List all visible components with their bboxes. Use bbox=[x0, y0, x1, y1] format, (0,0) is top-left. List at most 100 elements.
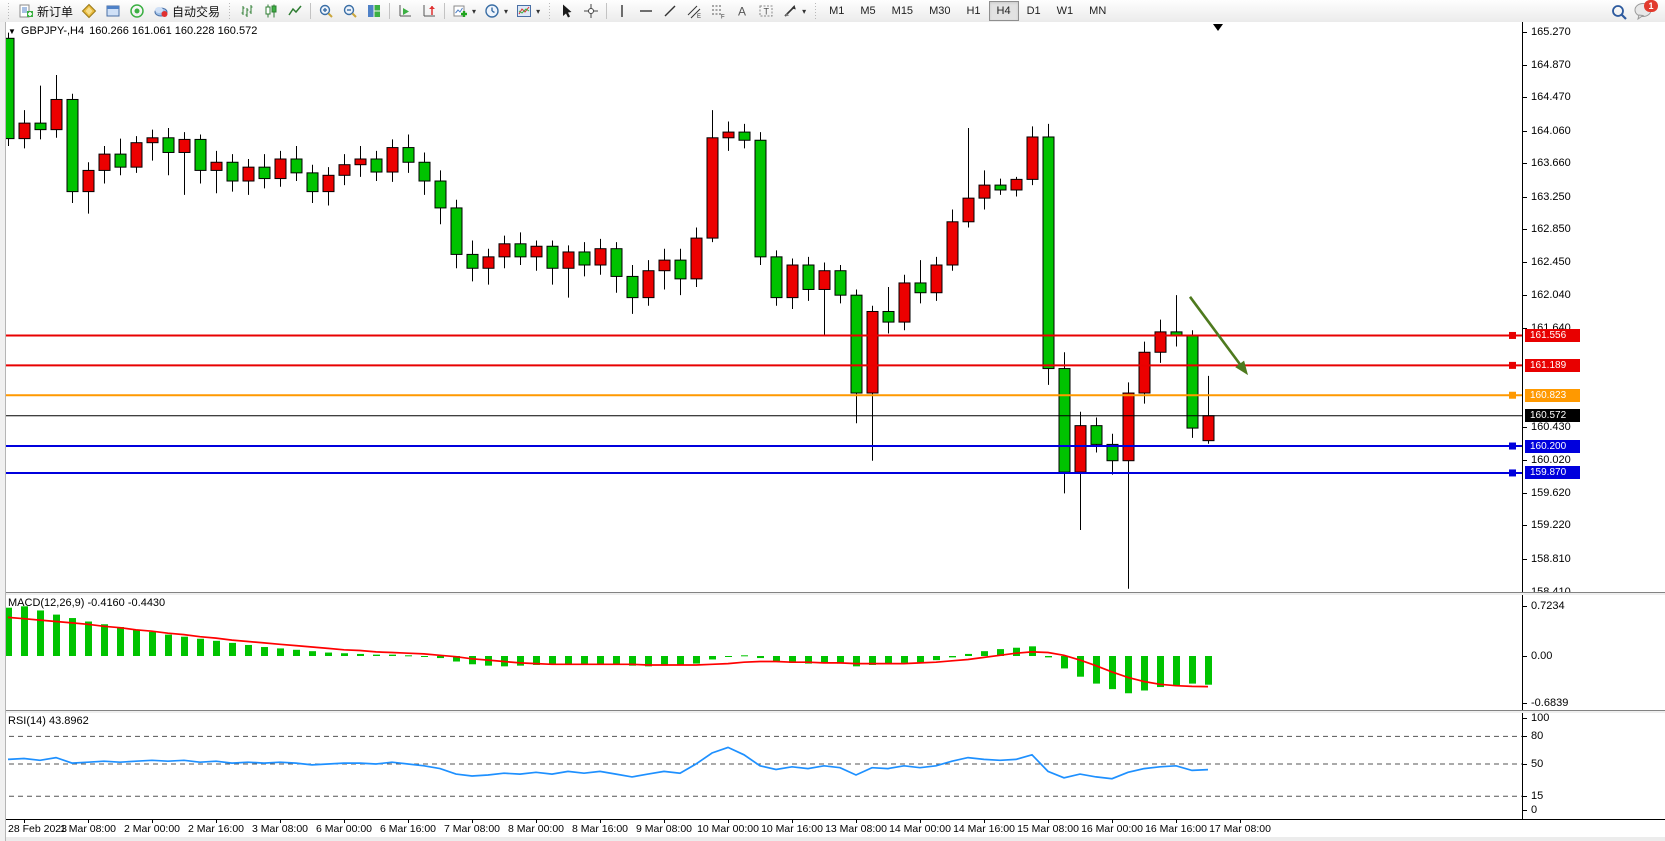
time-axis-label: 6 Mar 00:00 bbox=[316, 823, 372, 835]
search-icon[interactable] bbox=[1610, 3, 1626, 19]
level-line-handle[interactable] bbox=[1509, 469, 1516, 476]
main-chart-canvas[interactable] bbox=[0, 22, 1522, 592]
level-price-badge: 159.870 bbox=[1525, 466, 1580, 479]
level-line-handle[interactable] bbox=[1509, 443, 1516, 450]
periods-dropdown-button[interactable]: ▾ bbox=[480, 1, 512, 21]
line-chart-button[interactable] bbox=[283, 1, 307, 21]
data-window-button[interactable] bbox=[101, 1, 125, 21]
macd-histogram-bar bbox=[981, 651, 988, 656]
candlestick bbox=[355, 146, 366, 177]
candlestick bbox=[883, 287, 894, 333]
candlestick-chart-button[interactable] bbox=[259, 1, 283, 21]
toolbar-grip[interactable] bbox=[547, 3, 552, 19]
macd-axis[interactable]: 0.72340.00-0.6839 bbox=[1522, 595, 1665, 710]
zoom-in-button[interactable] bbox=[314, 1, 338, 21]
toolbar-grip[interactable] bbox=[813, 3, 818, 19]
macd-histogram-bar bbox=[565, 656, 572, 664]
level-line-handle[interactable] bbox=[1509, 392, 1516, 399]
text-label-button[interactable]: T bbox=[754, 1, 778, 21]
new-order-button[interactable]: 新订单 bbox=[14, 1, 77, 21]
candlestick bbox=[787, 258, 798, 309]
down-arrow-head[interactable] bbox=[1235, 361, 1248, 376]
level-line-handle[interactable] bbox=[1509, 332, 1516, 339]
macd-axis-tick bbox=[1523, 606, 1527, 607]
bar-chart-button[interactable] bbox=[235, 1, 259, 21]
auto-scroll-button[interactable] bbox=[393, 1, 417, 21]
rsi-axis-tick-label: 0 bbox=[1531, 804, 1537, 817]
time-axis-label: 8 Mar 16:00 bbox=[572, 823, 628, 835]
candlestick bbox=[1011, 177, 1022, 197]
macd-signal-value: -0.4430 bbox=[128, 597, 165, 609]
metaeditor-button[interactable] bbox=[77, 1, 101, 21]
macd-histogram-bar bbox=[117, 627, 124, 656]
candlestick bbox=[403, 135, 414, 173]
crosshair-button[interactable] bbox=[579, 1, 603, 21]
timeframe-button-M5[interactable]: M5 bbox=[852, 1, 883, 21]
one-click-trading-toggle-icon[interactable]: ▼ bbox=[8, 27, 16, 36]
price-axis-tick-label: 162.850 bbox=[1531, 223, 1571, 236]
timeframe-button-H4[interactable]: H4 bbox=[989, 1, 1019, 21]
chat-button[interactable]: 1 bbox=[1634, 2, 1654, 20]
macd-histogram-bar bbox=[965, 654, 972, 656]
channel-letter: E bbox=[697, 14, 701, 19]
toolbar-grip[interactable] bbox=[227, 3, 232, 19]
candlestick bbox=[1187, 330, 1198, 438]
macd-histogram-bar bbox=[469, 656, 476, 664]
macd-histogram-bar bbox=[373, 655, 380, 656]
timeframe-button-M1[interactable]: M1 bbox=[821, 1, 852, 21]
macd-name: MACD(12,26,9) bbox=[8, 597, 84, 609]
candlestick bbox=[259, 154, 270, 188]
fibonacci-button[interactable]: F bbox=[706, 1, 730, 21]
zoom-out-button[interactable] bbox=[338, 1, 362, 21]
toolbar-separator bbox=[444, 3, 445, 19]
timeframe-button-D1[interactable]: D1 bbox=[1019, 1, 1049, 21]
rsi-canvas[interactable] bbox=[0, 713, 1522, 819]
cursor-button[interactable] bbox=[555, 1, 579, 21]
rsi-axis[interactable]: 1008050150 bbox=[1522, 713, 1665, 819]
equidistant-channel-button[interactable]: E bbox=[682, 1, 706, 21]
current-price-badge: 160.572 bbox=[1525, 409, 1580, 422]
trendline-button[interactable] bbox=[658, 1, 682, 21]
candlestick bbox=[819, 263, 830, 336]
chart-shift-button[interactable] bbox=[417, 1, 441, 21]
indicators-dropdown-button[interactable]: ▾ bbox=[448, 1, 480, 21]
chart-shift-marker[interactable] bbox=[1213, 24, 1223, 31]
arrows-dropdown-button[interactable]: ▾ bbox=[778, 1, 810, 21]
macd-histogram-bar bbox=[261, 647, 268, 656]
timeframe-button-M30[interactable]: M30 bbox=[921, 1, 958, 21]
candlestick bbox=[627, 265, 638, 314]
macd-axis-tick bbox=[1523, 703, 1527, 704]
vertical-line-button[interactable] bbox=[610, 1, 634, 21]
autotrading-button[interactable]: 自动交易 bbox=[149, 1, 224, 21]
text-button[interactable]: A bbox=[730, 1, 754, 21]
templates-dropdown-button[interactable]: ▾ bbox=[512, 1, 544, 21]
candlestick bbox=[963, 128, 974, 227]
macd-histogram-bar bbox=[1157, 656, 1164, 687]
auto-scroll-icon bbox=[397, 3, 413, 19]
timeframe-button-W1[interactable]: W1 bbox=[1049, 1, 1082, 21]
candlestick bbox=[643, 260, 654, 306]
macd-histogram-bar bbox=[821, 656, 828, 663]
level-line-handle[interactable] bbox=[1509, 362, 1516, 369]
macd-axis-tick-label: -0.6839 bbox=[1531, 697, 1568, 710]
timeframe-button-MN[interactable]: MN bbox=[1081, 1, 1114, 21]
rsi-axis-tick bbox=[1523, 796, 1527, 797]
rsi-label: RSI(14) 43.8962 bbox=[8, 715, 89, 727]
candlestick bbox=[723, 121, 734, 150]
time-axis[interactable]: 28 Feb 20231 Mar 08:002 Mar 00:002 Mar 1… bbox=[0, 819, 1665, 837]
timeframe-button-M15[interactable]: M15 bbox=[884, 1, 921, 21]
signals-button[interactable] bbox=[125, 1, 149, 21]
tile-windows-button[interactable] bbox=[362, 1, 386, 21]
toolbar-grip[interactable] bbox=[6, 3, 11, 19]
macd-histogram-bar bbox=[725, 656, 732, 657]
timeframe-button-H1[interactable]: H1 bbox=[958, 1, 988, 21]
zoom-in-icon bbox=[318, 3, 334, 19]
macd-histogram-bar bbox=[325, 653, 332, 656]
macd-canvas[interactable] bbox=[0, 595, 1522, 710]
price-axis-tick bbox=[1523, 32, 1527, 33]
price-axis[interactable]: 165.270164.870164.470164.060163.660163.2… bbox=[1522, 22, 1665, 592]
candlestick bbox=[323, 167, 334, 205]
candlestick bbox=[659, 249, 670, 290]
dropdown-caret-icon: ▾ bbox=[472, 7, 476, 16]
horizontal-line-button[interactable] bbox=[634, 1, 658, 21]
